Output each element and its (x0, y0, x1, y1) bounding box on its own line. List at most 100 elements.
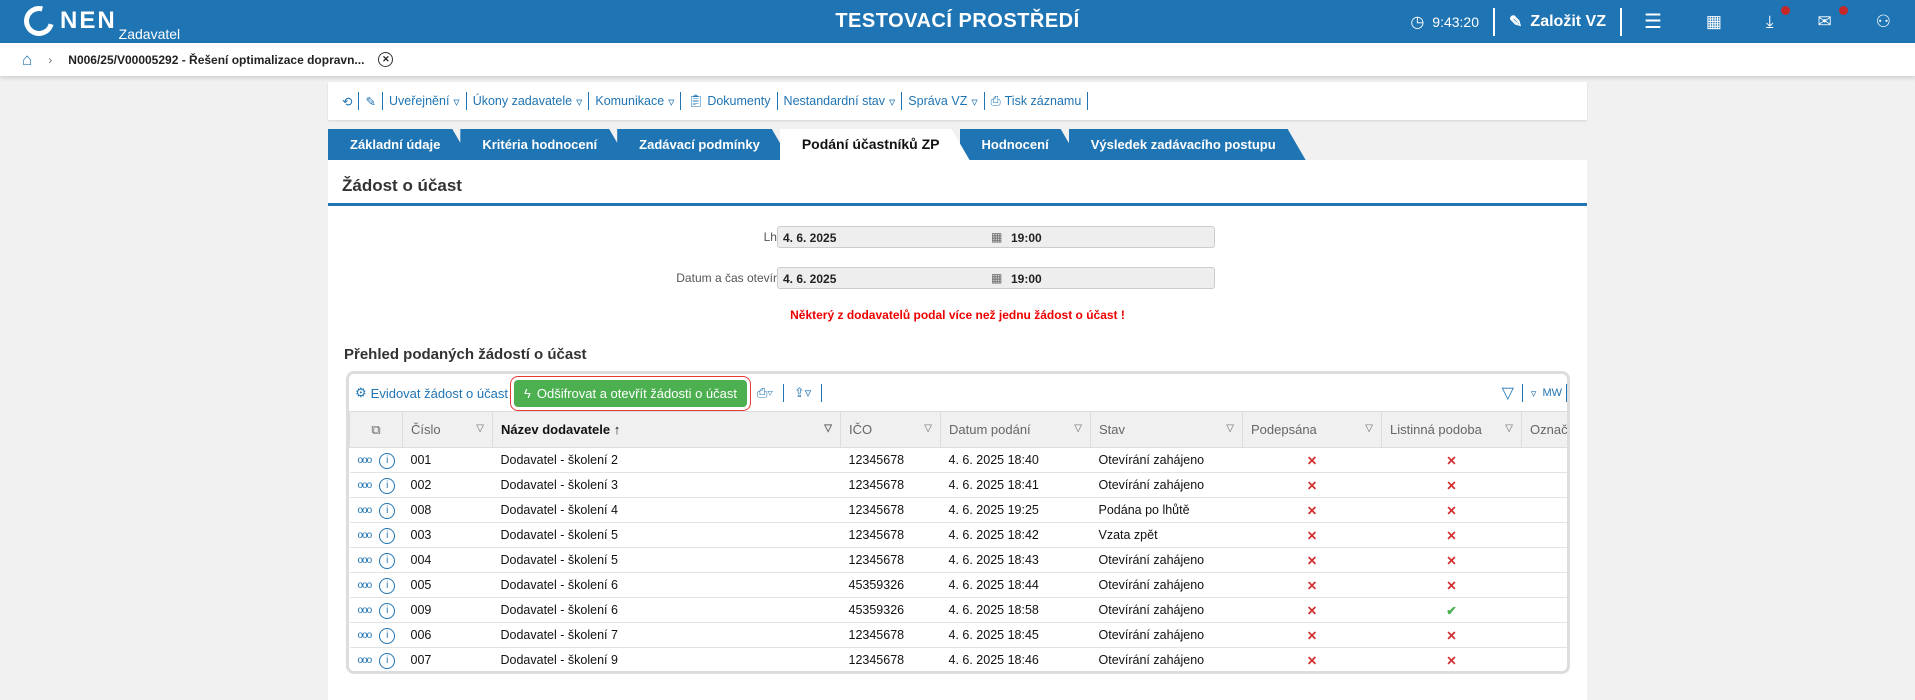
menu-komunikace[interactable]: Komunikace ▿ (589, 94, 680, 109)
filter-icon[interactable]: ▽ (1502, 383, 1514, 403)
row-actions: ooo i (349, 597, 403, 623)
filter-icon[interactable]: ▽ (1074, 423, 1082, 434)
tab-kriteria-hodnoceni[interactable]: Kritéria hodnocení (460, 129, 627, 160)
info-icon[interactable]: i (379, 477, 396, 494)
cell-nazev: Dodavatel - školení 7 (492, 622, 841, 648)
filter-icon[interactable]: ▽ (1226, 423, 1234, 434)
refresh-icon[interactable]: ⟲ (336, 94, 358, 109)
table-row[interactable]: ooo i 002 Dodavatel - školení 3 12345678 4. 6… (349, 472, 1567, 498)
register-request-button[interactable]: ⚙ Evidovat žádost o účast (355, 385, 508, 401)
table-row[interactable]: ooo i 006 Dodavatel - školení 7 12345678 4. 6… (349, 622, 1567, 648)
filter-icon[interactable]: ▽ (824, 423, 832, 434)
more-options-icon[interactable]: ooo (358, 480, 373, 491)
column-header-nazev[interactable]: Název dodavatele ↑ ▽ (492, 411, 841, 448)
table-row[interactable]: ooo i 003 Dodavatel - školení 5 12345678 4. 6… (349, 522, 1567, 548)
menu-sprava-vz[interactable]: Správa VZ ▿ (902, 94, 983, 109)
cell-podepsana: ✕ (1242, 547, 1382, 573)
home-icon[interactable]: ⌂ (22, 50, 32, 70)
downloads-button[interactable]: ⤓ (1744, 5, 1796, 32)
menu-dokumenty[interactable]: 📋︎ Dokumenty (681, 94, 776, 109)
export-menu-button[interactable]: ⇪▿ (794, 385, 811, 401)
more-options-icon[interactable]: ooo (358, 630, 373, 641)
cell-nazev: Dodavatel - školení 5 (492, 522, 841, 548)
table-header-row: ⧉ Číslo ▽ Název dodavatele ↑ ▽ IČO ▽ Datum … (349, 411, 1567, 448)
messages-button[interactable]: ✉ (1796, 5, 1854, 32)
cell-stav: Vzata zpět (1090, 522, 1243, 548)
column-header-listinna[interactable]: Listinná podoba ▽ (1381, 411, 1522, 448)
table-row[interactable]: ooo i 004 Dodavatel - školení 5 12345678 4. 6… (349, 547, 1567, 573)
table-row[interactable]: ooo i 007 Dodavatel - školení 9 12345678 4. 6… (349, 647, 1567, 671)
column-settings[interactable]: ⧉ (349, 411, 403, 448)
more-options-icon[interactable]: ooo (358, 605, 373, 616)
view-menu-button[interactable]: ▿ MW (1531, 387, 1562, 400)
info-icon[interactable]: i (379, 552, 396, 569)
menu-button[interactable]: ☰ (1622, 9, 1684, 34)
table-row[interactable]: ooo i 001 Dodavatel - školení 2 12345678 4. 6… (349, 447, 1567, 473)
row-actions: ooo i (349, 447, 403, 473)
column-header-oznaceni[interactable]: Označ (1521, 411, 1567, 448)
opening-field[interactable]: 4. 6. 2025 ▦ 19:00 (777, 267, 1215, 289)
filter-icon[interactable]: ▽ (924, 423, 932, 434)
menu-uverejneni[interactable]: Uveřejnění ▿ (383, 94, 466, 109)
cell-podepsana: ✕ (1242, 497, 1382, 523)
column-header-datum[interactable]: Datum podání ▽ (940, 411, 1091, 448)
cell-listinna: ✕ (1381, 572, 1522, 598)
info-icon[interactable]: i (379, 602, 396, 619)
filter-icon[interactable]: ▽ (1365, 423, 1373, 434)
menu-ukony-zadavatele[interactable]: Úkony zadavatele ▿ (467, 94, 589, 109)
info-icon[interactable]: i (379, 527, 396, 544)
tab-zakladni-udaje[interactable]: Základní údaje (328, 129, 470, 160)
more-options-icon[interactable]: ooo (358, 580, 373, 591)
table-row[interactable]: ooo i 009 Dodavatel - školení 6 45359326 4. 6… (349, 597, 1567, 623)
info-icon[interactable]: i (379, 577, 396, 594)
filter-icon[interactable]: ▽ (476, 423, 484, 434)
info-icon[interactable]: i (379, 452, 396, 469)
cell-ico: 12345678 (840, 647, 941, 671)
cell-nazev: Dodavatel - školení 5 (492, 547, 841, 573)
clock-time: 9:43:20 (1432, 13, 1480, 30)
breadcrumb-item[interactable]: N006/25/V00005292 - Řešení optimalizace … (68, 53, 364, 67)
decrypt-open-label: Odšifrovat a otevřít žádosti o účast (536, 385, 738, 401)
decrypt-open-button[interactable]: ϟ Odšifrovat a otevřít žádosti o účast (509, 375, 752, 411)
column-header-ico[interactable]: IČO ▽ (840, 411, 941, 448)
more-options-icon[interactable]: ooo (358, 655, 373, 666)
info-icon[interactable]: i (379, 652, 396, 669)
cell-datum: 4. 6. 2025 18:42 (940, 522, 1091, 548)
menu-tisk-zaznamu[interactable]: ⎙ Tisk záznamu (985, 94, 1088, 109)
more-options-icon[interactable]: ooo (358, 555, 373, 566)
column-label: Číslo (411, 422, 441, 437)
table-row[interactable]: ooo i 008 Dodavatel - školení 4 12345678 4. 6… (349, 497, 1567, 523)
print-menu-button[interactable]: ⎙▿ (757, 385, 773, 401)
tab-vysledek[interactable]: Výsledek zadávacího postupu (1069, 129, 1306, 160)
menu-nestandardni-stav[interactable]: Nestandardní stav ▿ (778, 94, 902, 109)
cell-datum: 4. 6. 2025 18:46 (940, 647, 1091, 671)
more-options-icon[interactable]: ooo (358, 505, 373, 516)
more-options-icon[interactable]: ooo (358, 455, 373, 466)
calendar-button[interactable]: ▦ (1684, 12, 1744, 32)
info-icon[interactable]: i (379, 502, 396, 519)
column-header-cislo[interactable]: Číslo ▽ (402, 411, 493, 448)
cell-stav: Otevírání zahájeno (1090, 597, 1243, 623)
cell-ico: 12345678 (840, 522, 941, 548)
cross-icon: ✕ (1446, 528, 1457, 543)
column-header-podepsana[interactable]: Podepsána ▽ (1242, 411, 1382, 448)
menu-label: Nestandardní stav (783, 94, 885, 108)
column-header-stav[interactable]: Stav ▽ (1090, 411, 1243, 448)
edit-icon[interactable]: ✎ (359, 94, 381, 109)
user-button[interactable]: ⚇ (1854, 12, 1915, 32)
table-row[interactable]: ooo i 005 Dodavatel - školení 6 45359326 4. 6… (349, 572, 1567, 598)
tab-zadavaci-podminky[interactable]: Zadávací podmínky (617, 129, 790, 160)
sort-asc-icon: ↑ (613, 422, 621, 437)
deadline-field[interactable]: 4. 6. 2025 ▦ 19:00 (777, 226, 1215, 248)
tab-podani-ucastniku[interactable]: Podání účastníků ZP (780, 129, 970, 160)
action-toolbar: ⟲ ✎ Uveřejnění ▿ Úkony zadavatele ▿ Komuni… (328, 82, 1587, 120)
cell-listinna: ✕ (1381, 472, 1522, 498)
deadline-date: 4. 6. 2025 (783, 231, 837, 245)
create-vz-button[interactable]: ✎ Založit VZ (1495, 12, 1620, 32)
tab-hodnoceni[interactable]: Hodnocení (960, 129, 1079, 160)
close-icon[interactable]: ✕ (378, 52, 394, 67)
filter-icon[interactable]: ▽ (1505, 423, 1513, 434)
more-options-icon[interactable]: ooo (358, 530, 373, 541)
info-icon[interactable]: i (379, 627, 396, 644)
cell-cislo: 005 (402, 572, 493, 598)
